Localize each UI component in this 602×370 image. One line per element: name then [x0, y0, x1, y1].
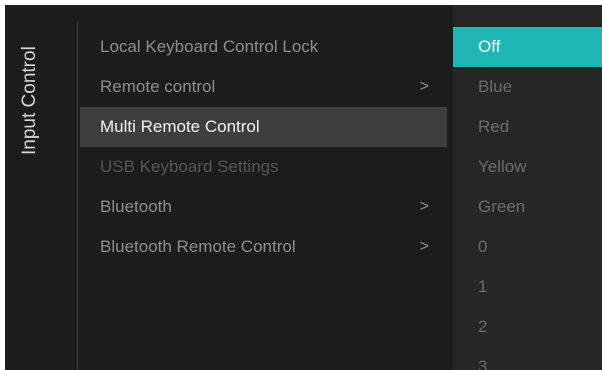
menu-item-usb-keyboard-settings: USB Keyboard Settings — [80, 147, 447, 187]
menu-item-label: Remote control — [100, 77, 216, 96]
option-off[interactable]: Off — [453, 27, 602, 67]
menu-item-label: Multi Remote Control — [100, 117, 260, 136]
section-title: Input Control — [19, 46, 40, 155]
chevron-right-icon: > — [419, 238, 429, 255]
tv-settings-screen: Input Control Local Keyboard Control Loc… — [5, 5, 602, 370]
section-title-panel: Input Control — [5, 5, 77, 370]
menu-item-remote-control[interactable]: Remote control > — [80, 67, 447, 107]
menu-item-label: Local Keyboard Control Lock — [100, 37, 319, 56]
option-blue[interactable]: Blue — [453, 67, 602, 107]
menu-item-label: Bluetooth Remote Control — [100, 237, 296, 256]
option-1[interactable]: 1 — [453, 267, 602, 307]
options-list: Off Blue Red Yellow Green 0 1 2 3 — [453, 27, 602, 370]
option-0[interactable]: 0 — [453, 227, 602, 267]
option-yellow[interactable]: Yellow — [453, 147, 602, 187]
menu-item-local-keyboard-control-lock[interactable]: Local Keyboard Control Lock — [80, 27, 447, 67]
option-red[interactable]: Red — [453, 107, 602, 147]
chevron-right-icon: > — [419, 78, 429, 95]
chevron-right-icon: > — [419, 198, 429, 215]
menu-item-bluetooth-remote-control[interactable]: Bluetooth Remote Control > — [80, 227, 447, 267]
option-3[interactable]: 3 — [453, 347, 602, 370]
settings-menu: Local Keyboard Control Lock Remote contr… — [80, 27, 447, 267]
menu-item-multi-remote-control[interactable]: Multi Remote Control — [80, 107, 447, 147]
divider — [77, 23, 78, 370]
menu-item-label: USB Keyboard Settings — [100, 157, 279, 176]
option-2[interactable]: 2 — [453, 307, 602, 347]
option-green[interactable]: Green — [453, 187, 602, 227]
options-panel: Off Blue Red Yellow Green 0 1 2 3 — [453, 5, 602, 370]
menu-item-label: Bluetooth — [100, 197, 172, 216]
menu-item-bluetooth[interactable]: Bluetooth > — [80, 187, 447, 227]
